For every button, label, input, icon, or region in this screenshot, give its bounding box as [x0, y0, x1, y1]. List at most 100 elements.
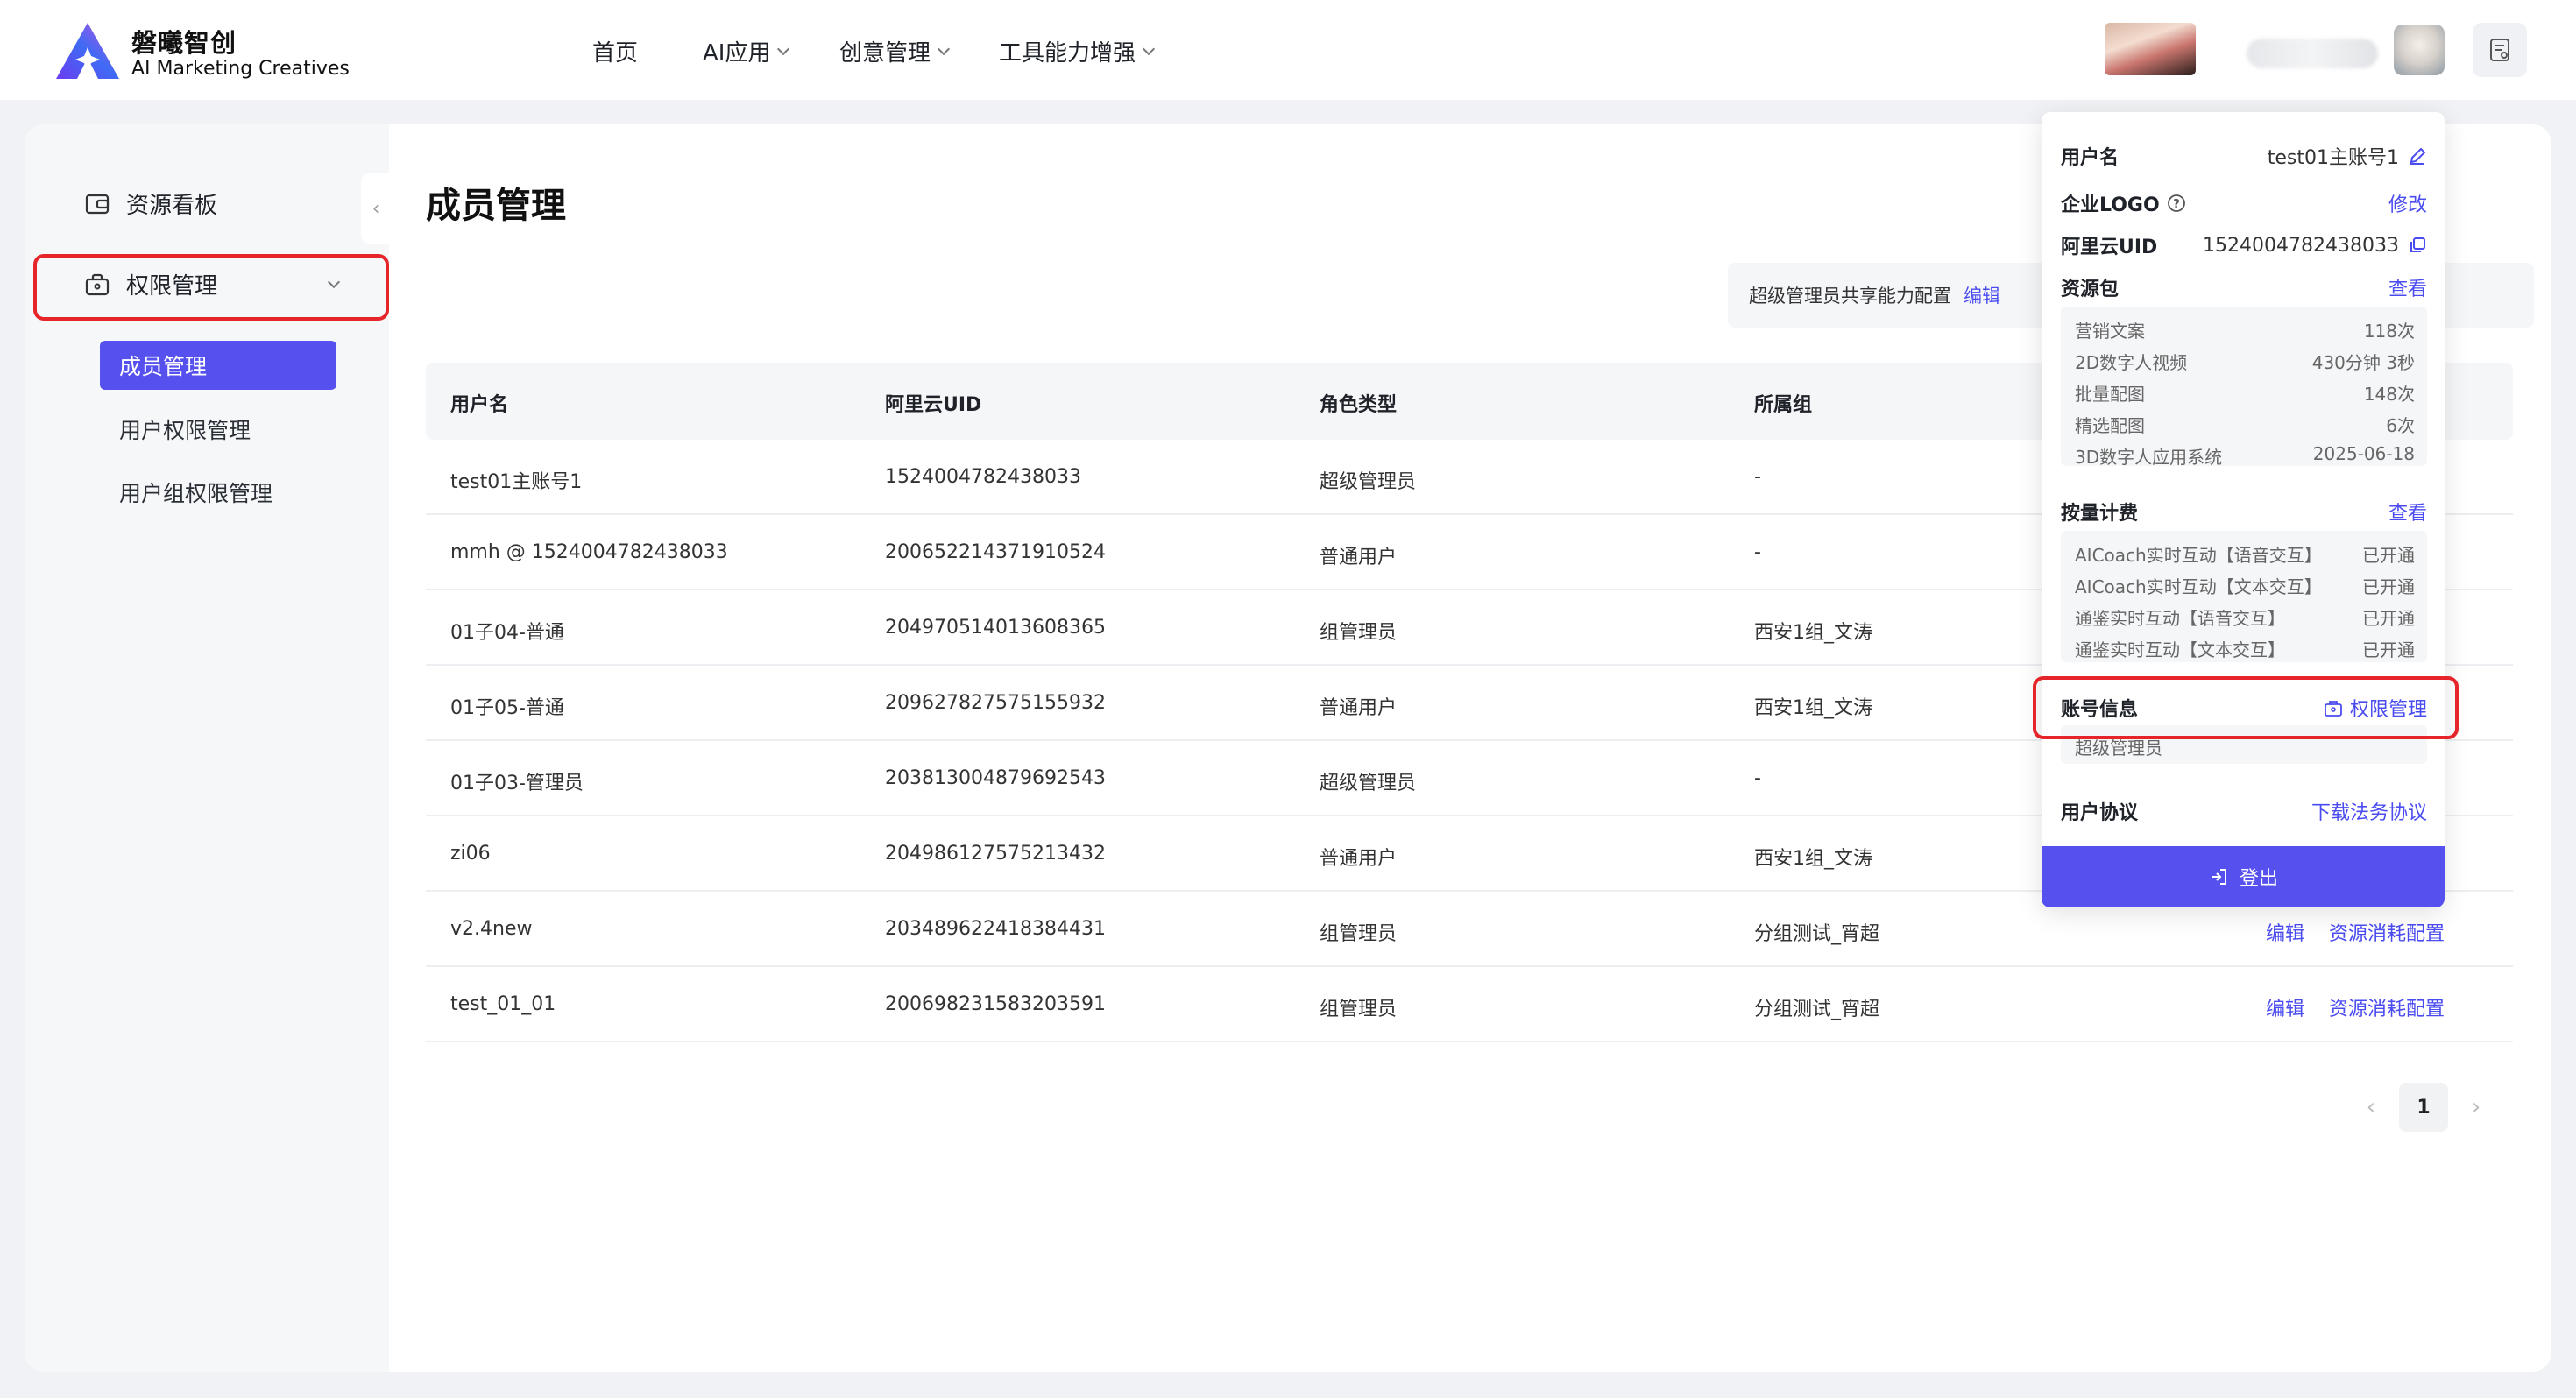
digital-human-avatar[interactable]: [2105, 23, 2196, 75]
sidebar-subitem-group-permission[interactable]: 用户组权限管理: [100, 477, 272, 508]
highlight-box-account: [2033, 676, 2459, 739]
cell-uid: 200698231583203591: [885, 993, 1106, 1015]
pagination: ‹ 1 ›: [2353, 1083, 2494, 1132]
brand-tagline: AI Marketing Creatives: [131, 58, 350, 80]
logout-icon: [2211, 869, 2226, 885]
highlight-box-sidebar: [33, 254, 389, 321]
resource-item-value: 148次: [2363, 384, 2415, 405]
cell-username: test01主账号1: [450, 471, 583, 493]
billing-item: 通鉴实时互动【语音交互】 已开通: [2075, 604, 2415, 630]
column-header-username: 用户名: [450, 394, 509, 416]
chevron-down-icon: [777, 42, 790, 55]
dd-resource-view-link[interactable]: 查看: [2388, 273, 2427, 301]
resource-item-value: 2025-06-18: [2312, 443, 2415, 464]
dd-billing-row: 按量计费 查看: [2061, 498, 2427, 526]
column-header-uid: 阿里云UID: [885, 394, 982, 416]
brand-name: 磐曦智创: [131, 28, 237, 58]
sidebar-collapse-button[interactable]: ‹: [361, 173, 391, 244]
logout-label: 登出: [2239, 868, 2278, 890]
cell-uid: 204970514013608365: [885, 617, 1106, 639]
cell-role: 组管理员: [1320, 622, 1398, 644]
resource-item-name: 2D数字人视频: [2075, 352, 2188, 373]
billing-item-name: 通鉴实时互动【语音交互】: [2075, 608, 2285, 629]
nav-creative[interactable]: 创意管理: [839, 35, 951, 67]
sidebar: 资源看板 权限管理 成员管理 用户权限管理 用户组权限管理: [25, 124, 389, 1372]
nav-tools[interactable]: 工具能力增强: [999, 35, 1156, 67]
nav-home[interactable]: 首页: [592, 35, 638, 67]
svg-text:?: ?: [2173, 198, 2180, 211]
cell-uid: 203489622418384431: [885, 918, 1106, 940]
dd-logo-modify-link[interactable]: 修改: [2388, 189, 2427, 217]
sidebar-subitem-user-permission[interactable]: 用户权限管理: [100, 413, 251, 445]
sidebar-subitem-label: 用户组权限管理: [119, 481, 273, 506]
resource-item: 3D数字人应用系统 2025-06-18: [2075, 443, 2415, 469]
edit-link[interactable]: 编辑: [2266, 993, 2304, 1021]
resource-item: 营销文案 118次: [2075, 317, 2415, 342]
dd-username-label: 用户名: [2061, 147, 2120, 169]
page-number[interactable]: 1: [2399, 1083, 2448, 1132]
sidebar-item-resource-board[interactable]: 资源看板: [84, 187, 217, 220]
dd-uid-label: 阿里云UID: [2061, 237, 2158, 258]
dd-username-value: test01主账号1: [2267, 147, 2399, 169]
copy-icon[interactable]: [2408, 236, 2427, 255]
cell-username: mmh @ 1524004782438033: [450, 541, 728, 563]
cell-uid: 204986127575213432: [885, 843, 1106, 865]
document-button[interactable]: [2473, 23, 2527, 77]
resource-config-link[interactable]: 资源消耗配置: [2329, 918, 2445, 946]
resource-item-value: 430分钟 3秒: [2311, 352, 2415, 373]
cell-group: 西安1组_文涛: [1754, 622, 1872, 644]
cell-group: 西安1组_文涛: [1754, 697, 1872, 719]
account-dropdown: 用户名 test01主账号1 企业LOGO ? 修改 阿里云UID 152400…: [2042, 112, 2445, 907]
dd-billing-label: 按量计费: [2061, 503, 2139, 525]
cell-username: zi06: [450, 843, 491, 865]
cell-uid: 1524004782438033: [885, 466, 1081, 488]
help-icon[interactable]: ?: [2167, 194, 2186, 213]
sidebar-subitem-member-management[interactable]: 成员管理: [100, 341, 336, 390]
resource-item-name: 批量配图: [2075, 384, 2145, 405]
cell-username: 01子03-管理员: [450, 773, 584, 794]
nav-creative-label: 创意管理: [839, 40, 931, 67]
next-page-icon[interactable]: ›: [2459, 1083, 2494, 1132]
dd-agreement-label: 用户协议: [2061, 802, 2139, 824]
column-header-group: 所属组: [1754, 394, 1813, 416]
resource-item: 批量配图 148次: [2075, 380, 2415, 406]
billing-item-value: 已开通: [2362, 545, 2415, 566]
logout-button[interactable]: 登出: [2042, 846, 2445, 907]
chevron-left-icon: ‹: [372, 197, 380, 220]
cell-username: 01子05-普通: [450, 697, 564, 719]
edit-pencil-icon[interactable]: [2408, 146, 2427, 166]
resource-item-value: 118次: [2363, 321, 2415, 342]
nav-ai-apps[interactable]: AI应用: [703, 35, 790, 67]
blurred-account-name: [2247, 39, 2378, 68]
prev-page-icon[interactable]: ‹: [2353, 1083, 2388, 1132]
cell-uid: 209627827575155932: [885, 692, 1106, 714]
resource-item: 精选配图 6次: [2075, 412, 2415, 437]
table-row: test_01_01 200698231583203591 组管理员 分组测试_宵超 编…: [426, 967, 2513, 1042]
dd-username-row: 用户名 test01主账号1: [2061, 142, 2427, 170]
sidebar-subitem-label: 用户权限管理: [119, 418, 251, 443]
dd-resource-label: 资源包: [2061, 279, 2120, 300]
user-avatar[interactable]: [2394, 25, 2445, 75]
billing-list: AICoach实时互动【语音交互】 已开通 AICoach实时互动【文本交互】 已开通…: [2061, 531, 2427, 662]
billing-item: AICoach实时互动【语音交互】 已开通: [2075, 541, 2415, 567]
edit-link[interactable]: 编辑: [2266, 918, 2304, 946]
cell-group: 分组测试_宵超: [1754, 923, 1880, 945]
resource-item: 2D数字人视频 430分钟 3秒: [2075, 349, 2415, 374]
dd-uid-value: 1524004782438033: [2203, 234, 2399, 257]
billing-item-name: 通鉴实时互动【文本交互】: [2075, 639, 2285, 660]
dd-billing-view-link[interactable]: 查看: [2388, 498, 2427, 526]
dd-agreement-download-link[interactable]: 下载法务协议: [2311, 797, 2427, 825]
resource-config-link[interactable]: 资源消耗配置: [2329, 993, 2445, 1021]
cell-username: 01子04-普通: [450, 622, 564, 644]
resource-item-name: 3D数字人应用系统: [2075, 447, 2223, 468]
resource-item-name: 营销文案: [2075, 321, 2145, 342]
billing-item: 通鉴实时互动【文本交互】 已开通: [2075, 636, 2415, 661]
share-config-edit-link[interactable]: 编辑: [1964, 282, 2000, 308]
billing-item-name: AICoach实时互动【语音交互】: [2075, 545, 2322, 566]
page-title: 成员管理: [426, 186, 566, 226]
nav-home-label: 首页: [592, 40, 639, 67]
billing-item: AICoach实时互动【文本交互】 已开通: [2075, 573, 2415, 598]
cell-group: 分组测试_宵超: [1754, 999, 1880, 1020]
brand-logo-icon[interactable]: [54, 21, 121, 81]
dd-agreement-row: 用户协议 下载法务协议: [2061, 797, 2427, 825]
